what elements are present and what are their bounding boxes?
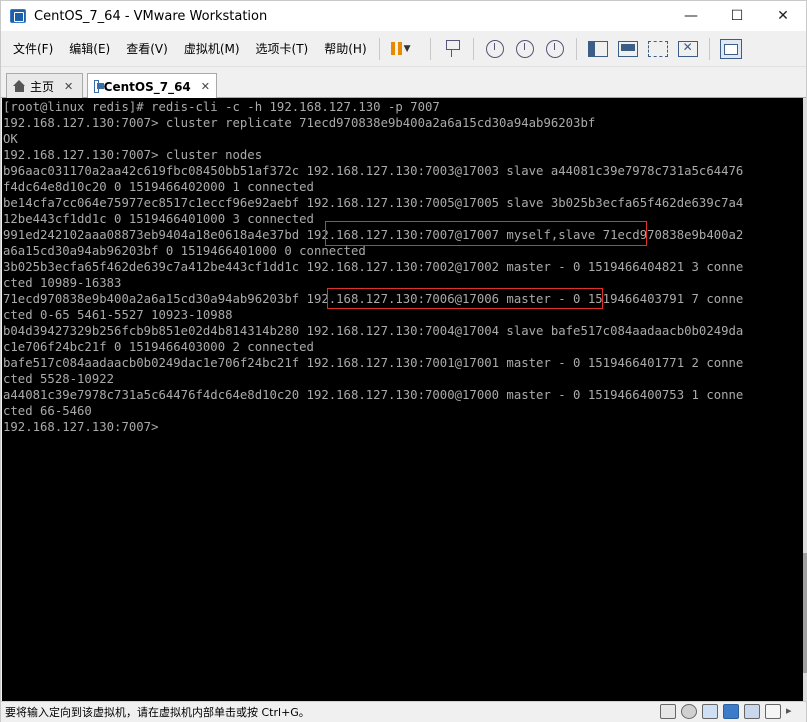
- console-line: be14cfa7cc064e75977ec8517c1eccf96e92aebf…: [3, 196, 744, 210]
- vmware-window: CentOS_7_64 - VMware Workstation — ☐ ✕ 文…: [0, 0, 807, 722]
- vmware-app-icon: [10, 9, 26, 23]
- window-controls: — ☐ ✕: [668, 1, 806, 31]
- snapshot-manager-icon: [545, 39, 564, 58]
- menu-edit[interactable]: 编辑(E): [63, 38, 116, 60]
- console-line: a44081c39e7978c731a5c64476f4dc64e8d10c20…: [3, 388, 744, 402]
- console-line: b96aac031170a2aa42c619fbc08450bb51af372c…: [3, 164, 744, 178]
- hard-disk-icon[interactable]: [660, 704, 676, 719]
- maximize-button[interactable]: ☐: [714, 1, 760, 31]
- tab-home[interactable]: 主页 ✕: [6, 73, 83, 98]
- vm-console[interactable]: [root@linux redis]# redis-cli -c -h 192.…: [2, 98, 803, 701]
- toolbar-separator: [708, 37, 710, 60]
- highlight-box-master-7006: [327, 288, 603, 309]
- snapshot-manager-button[interactable]: [542, 36, 568, 62]
- thumbnail-view-icon: [617, 40, 638, 57]
- menu-file[interactable]: 文件(F): [7, 38, 59, 60]
- tab-centos-label: CentOS_7_64: [103, 79, 191, 94]
- usb-icon[interactable]: [723, 704, 739, 719]
- menu-vm[interactable]: 虚拟机(M): [178, 38, 246, 60]
- tab-bar: 主页 ✕ CentOS_7_64 ✕: [1, 67, 806, 99]
- console-view-icon: [719, 38, 742, 59]
- title-bar[interactable]: CentOS_7_64 - VMware Workstation — ☐ ✕: [1, 1, 806, 31]
- revert-snapshot-icon: [515, 39, 534, 58]
- menu-tabs[interactable]: 选项卡(T): [250, 38, 315, 60]
- send-ctrl-alt-del-button[interactable]: [439, 36, 465, 62]
- toolbar-separator: [472, 37, 474, 60]
- tab-home-label: 主页: [30, 79, 55, 94]
- menu-view[interactable]: 查看(V): [120, 38, 174, 60]
- menu-toolbar: 文件(F) 编辑(E) 查看(V) 虚拟机(M) 选项卡(T) 帮助(H) ▼: [1, 31, 806, 67]
- display-icon[interactable]: [765, 704, 781, 719]
- dropdown-arrow-icon: ▼: [403, 43, 411, 54]
- toolbar-separator: [429, 37, 431, 60]
- console-line: cted 66-5460: [3, 404, 92, 418]
- console-line: bafe517c084aadaacb0b0249dac1e706f24bc21f…: [3, 356, 744, 370]
- vm-icon: [94, 80, 104, 93]
- library-view-button[interactable]: [585, 36, 611, 62]
- console-line: f4dc64e8d10c20 0 1519466402000 1 connect…: [3, 180, 314, 194]
- highlight-box-myself-slave: [325, 221, 647, 246]
- console-line: 192.168.127.130:7007> cluster nodes: [3, 148, 263, 162]
- sound-icon[interactable]: [744, 704, 760, 719]
- pause-button[interactable]: ▼: [388, 36, 414, 62]
- cd-icon[interactable]: [681, 704, 697, 719]
- snapshot-icon: [485, 39, 504, 58]
- pause-icon: [390, 42, 402, 55]
- console-line: cted 0-65 5461-5527 10923-10988: [3, 308, 233, 322]
- console-line: OK: [3, 132, 18, 146]
- status-message: 要将输入定向到该虚拟机，请在虚拟机内部单击或按 Ctrl+G。: [5, 706, 310, 719]
- close-button[interactable]: ✕: [760, 1, 806, 31]
- console-line: 192.168.127.130:7007> cluster replicate …: [3, 116, 596, 130]
- console-line: 3b025b3ecfa65f462de639c7a412be443cf1dd1c…: [3, 260, 744, 274]
- console-line: [root@linux redis]# redis-cli -c -h 192.…: [3, 100, 440, 114]
- fullscreen-icon: [647, 40, 668, 57]
- console-view-button[interactable]: [718, 36, 744, 62]
- scrollbar-thumb[interactable]: [803, 553, 807, 673]
- console-scrollbar[interactable]: [803, 98, 807, 701]
- snapshot-button[interactable]: [482, 36, 508, 62]
- fullscreen-button[interactable]: [645, 36, 671, 62]
- device-status-icons: ▸: [660, 704, 802, 719]
- unity-icon: [677, 40, 698, 57]
- send-ctrl-alt-del-icon: [444, 39, 460, 58]
- console-line: b04d39427329b256fcb9b851e02d4b814314b280…: [3, 324, 744, 338]
- minimize-button[interactable]: —: [668, 1, 714, 31]
- window-title: CentOS_7_64 - VMware Workstation: [34, 8, 268, 24]
- home-icon: [13, 80, 26, 92]
- toolbar-separator: [575, 37, 577, 60]
- thumbnail-view-button[interactable]: [615, 36, 641, 62]
- unity-button[interactable]: [675, 36, 701, 62]
- close-icon[interactable]: ✕: [64, 80, 73, 93]
- menu-help[interactable]: 帮助(H): [318, 38, 372, 60]
- revert-snapshot-button[interactable]: [512, 36, 538, 62]
- close-icon[interactable]: ✕: [201, 80, 210, 93]
- library-view-icon: [587, 40, 608, 57]
- status-bar: 要将输入定向到该虚拟机，请在虚拟机内部单击或按 Ctrl+G。 ▸: [1, 701, 806, 722]
- console-output: [root@linux redis]# redis-cli -c -h 192.…: [3, 99, 743, 435]
- console-line: c1e706f24bc21f 0 1519466403000 2 connect…: [3, 340, 314, 354]
- network-icon[interactable]: [702, 704, 718, 719]
- console-line: 192.168.127.130:7007>: [3, 420, 159, 434]
- console-line: cted 5528-10922: [3, 372, 115, 386]
- toolbar-separator: [378, 37, 380, 60]
- tab-centos[interactable]: CentOS_7_64 ✕: [87, 73, 217, 99]
- expand-arrow-icon[interactable]: ▸: [786, 704, 802, 719]
